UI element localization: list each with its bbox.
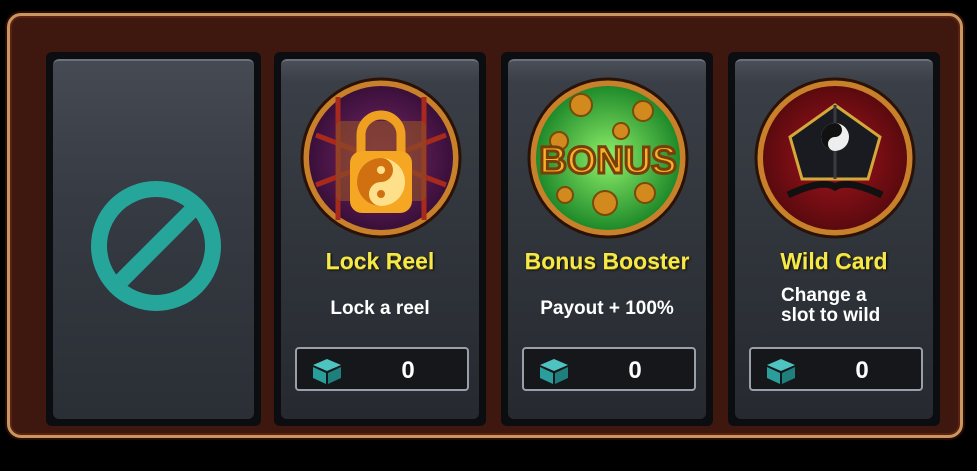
box-icon bbox=[767, 359, 795, 384]
item-slot-lock-reel[interactable]: Lock Reel Lock a reel 0 bbox=[274, 52, 486, 426]
lock-reel-icon bbox=[300, 77, 462, 239]
item-count-box: 0 bbox=[295, 347, 469, 391]
item-description-line: slot to wild bbox=[781, 305, 881, 326]
item-slot-bonus-booster[interactable]: BONUS Bonus Booster Payout + 100% 0 bbox=[501, 52, 713, 426]
item-count: 0 bbox=[401, 357, 415, 384]
item-card: Lock Reel Lock a reel 0 bbox=[281, 59, 479, 419]
item-inventory-panel: Lock Reel Lock a reel 0 BONUS Bonus Boos… bbox=[7, 13, 963, 438]
item-description: Change a slot to wild bbox=[781, 286, 921, 326]
item-card: BONUS Bonus Booster Payout + 100% 0 bbox=[508, 59, 706, 419]
item-count-box: 0 bbox=[749, 347, 923, 391]
bonus-icon: BONUS bbox=[527, 77, 689, 239]
item-description-line: Change a bbox=[781, 285, 867, 306]
empty-item-slot[interactable] bbox=[46, 52, 261, 426]
item-count: 0 bbox=[855, 357, 869, 384]
item-title: Bonus Booster bbox=[524, 248, 690, 274]
item-slot-wild-card[interactable]: Wild Card Change a slot to wild 0 bbox=[728, 52, 940, 426]
item-description: Payout + 100% bbox=[540, 298, 674, 319]
bonus-icon-text: BONUS bbox=[539, 140, 676, 182]
empty-slot-card bbox=[53, 59, 254, 419]
item-count-box: 0 bbox=[522, 347, 696, 391]
item-description: Lock a reel bbox=[330, 298, 430, 319]
item-card: Wild Card Change a slot to wild 0 bbox=[735, 59, 933, 419]
wild-card-icon bbox=[754, 77, 916, 239]
item-count: 0 bbox=[628, 357, 642, 384]
no-item-icon bbox=[91, 181, 221, 311]
box-icon bbox=[540, 359, 568, 384]
box-icon bbox=[313, 359, 341, 384]
item-title: Wild Card bbox=[780, 248, 888, 274]
item-title: Lock Reel bbox=[325, 248, 435, 274]
